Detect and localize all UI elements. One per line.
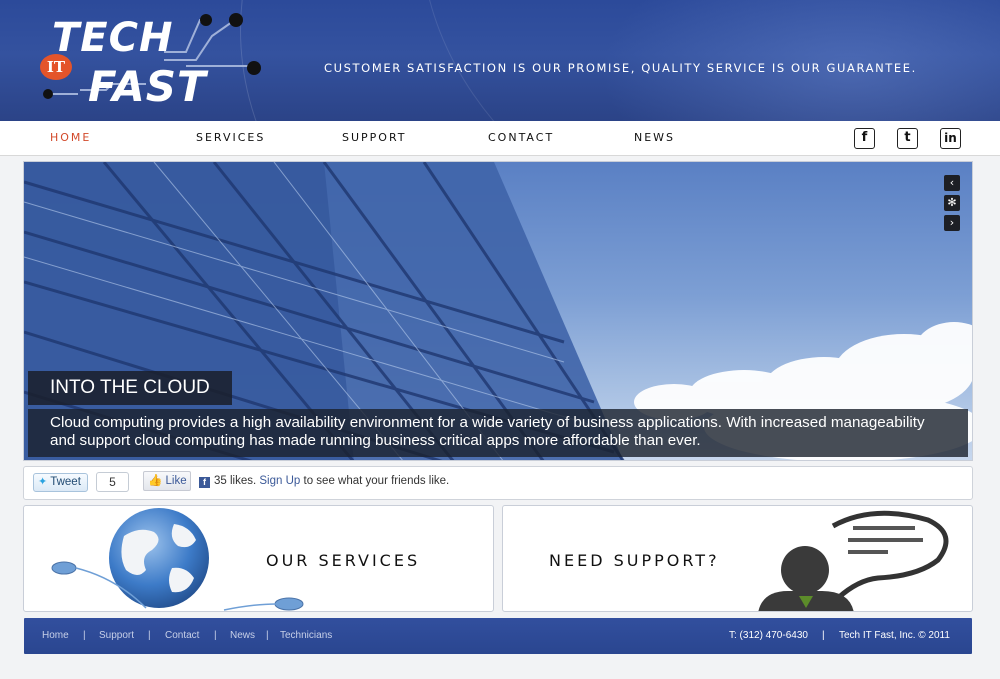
- hero-slider[interactable]: ‹ ✻ › INTO THE CLOUD Cloud computing pro…: [23, 161, 973, 461]
- nav-item-services[interactable]: Services: [196, 131, 265, 144]
- linkedin-icon[interactable]: in: [940, 128, 961, 149]
- twitter-icon[interactable]: t: [897, 128, 918, 149]
- like-button[interactable]: 👍 Like: [143, 471, 191, 491]
- tweet-button[interactable]: ✦ Tweet: [33, 473, 88, 492]
- support-title: Need Support?: [549, 551, 720, 570]
- footer-copyright: Tech IT Fast, Inc. © 2011: [839, 630, 950, 641]
- slide-caption-text: Cloud computing provides a high availabi…: [28, 409, 968, 457]
- site-footer: Home | Support | Contact | News | Techni…: [24, 618, 972, 654]
- footer-link-support[interactable]: Support: [99, 630, 134, 641]
- logo-text-tech: TECH: [52, 15, 174, 61]
- footer-link-contact[interactable]: Contact: [165, 630, 199, 641]
- footer-phone: T: (312) 470-6430: [729, 630, 808, 641]
- nav-item-home[interactable]: Home: [50, 131, 91, 144]
- footer-separator: |: [83, 630, 86, 641]
- footer-separator: |: [822, 630, 825, 641]
- logo-badge-it: IT: [40, 54, 72, 80]
- main-nav: Home Services Support Contact News f t i…: [0, 121, 1000, 156]
- signup-link[interactable]: Sign Up: [259, 475, 300, 487]
- slider-next-button[interactable]: ›: [944, 215, 960, 231]
- nav-item-support[interactable]: Support: [342, 131, 407, 144]
- slide-caption-title: INTO THE CLOUD: [28, 371, 232, 405]
- site-tagline: Customer satisfaction is our promise, Qu…: [324, 61, 917, 75]
- tweet-count: 5: [96, 472, 129, 492]
- footer-separator: |: [214, 630, 217, 641]
- site-header: TECH IT FAST Customer satisfaction is ou…: [0, 0, 1000, 121]
- footer-link-technicians[interactable]: Technicians: [280, 630, 332, 641]
- footer-separator: |: [148, 630, 151, 641]
- globe-mouse-icon: [51, 508, 304, 611]
- footer-link-news[interactable]: News: [230, 630, 255, 641]
- likes-suffix-text: to see what your friends like.: [303, 475, 450, 487]
- nav-item-news[interactable]: News: [634, 131, 675, 144]
- footer-separator: |: [266, 630, 269, 641]
- slider-pause-button[interactable]: ✻: [944, 195, 960, 211]
- facebook-icon[interactable]: f: [854, 128, 875, 149]
- facebook-small-icon: f: [199, 477, 210, 488]
- social-share-bar: ✦ Tweet 5 👍 Like f 35 likes. Sign Up to s…: [23, 466, 973, 500]
- likes-count-text: 35 likes.: [214, 475, 257, 487]
- logo-text-fast: FAST: [88, 62, 207, 111]
- services-title: Our Services: [266, 551, 421, 570]
- thumbs-up-icon: 👍: [148, 475, 163, 487]
- tweet-button-label: Tweet: [50, 476, 81, 488]
- site-logo[interactable]: TECH IT FAST: [36, 8, 276, 116]
- facebook-likes-text: f 35 likes. Sign Up to see what your frie…: [199, 475, 449, 488]
- like-button-label: Like: [165, 475, 187, 487]
- services-box[interactable]: Our Services: [23, 505, 494, 612]
- slider-prev-button[interactable]: ‹: [944, 175, 960, 191]
- twitter-bird-icon: ✦: [38, 476, 48, 488]
- nav-item-contact[interactable]: Contact: [488, 131, 554, 144]
- support-box[interactable]: Need Support?: [502, 505, 973, 612]
- footer-link-home[interactable]: Home: [42, 630, 69, 641]
